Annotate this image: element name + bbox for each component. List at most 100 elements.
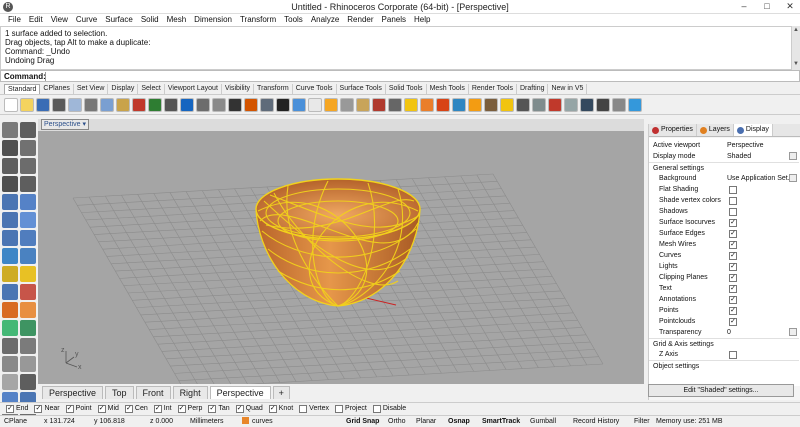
osnap-checkbox[interactable]: ✓	[208, 404, 217, 413]
rectangle-icon[interactable]	[20, 176, 36, 192]
panel-tab-display[interactable]: Display	[733, 124, 773, 136]
setting-checkbox-annotations[interactable]: ✓	[729, 296, 737, 304]
menu-curve[interactable]: Curve	[72, 14, 101, 26]
zoom-icon[interactable]	[196, 97, 210, 112]
setting-checkbox-shadows[interactable]	[729, 208, 737, 216]
osnap-checkbox[interactable]: ✓	[65, 404, 74, 413]
properties-icon[interactable]	[372, 97, 386, 112]
polyline-icon[interactable]	[2, 140, 18, 156]
setting-checkbox-surface-isocurves[interactable]: ✓	[729, 219, 737, 227]
scroll-down-icon[interactable]: ▼	[792, 61, 800, 69]
osnap-checkbox[interactable]	[299, 404, 308, 413]
group-icon[interactable]	[2, 374, 18, 390]
shaded-icon[interactable]	[532, 97, 546, 112]
menu-mesh[interactable]: Mesh	[163, 14, 191, 26]
add-viewport-tab[interactable]: +	[272, 386, 290, 399]
curve-icon[interactable]	[20, 140, 36, 156]
technical-icon[interactable]	[596, 97, 610, 112]
split-icon[interactable]	[20, 338, 36, 354]
pan-icon[interactable]	[164, 97, 178, 112]
z-axis-checkbox[interactable]	[729, 351, 737, 359]
four-view-icon[interactable]	[260, 97, 274, 112]
menu-solid[interactable]: Solid	[137, 14, 163, 26]
setting-checkbox-pointclouds[interactable]: ✓	[729, 318, 737, 326]
import-icon[interactable]	[68, 97, 82, 112]
osnap-cen[interactable]: ✓ Cen	[124, 404, 148, 413]
match-icon[interactable]	[388, 97, 402, 112]
toggle-ortho[interactable]: Ortho	[388, 416, 406, 427]
menu-panels[interactable]: Panels	[378, 14, 410, 26]
environment-icon[interactable]	[468, 97, 482, 112]
osnap-checkbox[interactable]	[372, 404, 381, 413]
toolbar-tab-solid-tools[interactable]: Solid Tools	[386, 84, 427, 94]
print-icon[interactable]	[52, 97, 66, 112]
toggle-grid-snap[interactable]: Grid Snap	[346, 416, 379, 427]
cplane-label[interactable]: CPlane	[4, 416, 27, 427]
menu-analyze[interactable]: Analyze	[307, 14, 343, 26]
toolbar-tab-surface-tools[interactable]: Surface Tools	[337, 84, 386, 94]
toolbar-tab-standard[interactable]: Standard	[4, 84, 41, 94]
osnap-tan[interactable]: ✓ Tan	[208, 404, 230, 413]
toolbar-tab-curve-tools[interactable]: Curve Tools	[293, 84, 337, 94]
command-input[interactable]	[45, 72, 795, 81]
move-icon[interactable]	[2, 284, 18, 300]
minimize-button[interactable]: –	[733, 0, 755, 13]
text-icon[interactable]	[20, 374, 36, 390]
render-icon[interactable]	[420, 97, 434, 112]
menu-edit[interactable]: Edit	[25, 14, 47, 26]
menu-tools[interactable]: Tools	[280, 14, 307, 26]
osnap-point[interactable]: ✓ Point	[65, 404, 92, 413]
xray-icon[interactable]	[580, 97, 594, 112]
toolbar-tab-select[interactable]: Select	[138, 84, 165, 94]
toolbar-tab-set-view[interactable]: Set View	[74, 84, 109, 94]
offset-icon[interactable]	[20, 212, 36, 228]
close-button[interactable]: ✕	[779, 0, 800, 13]
osnap-checkbox[interactable]: ✓	[268, 404, 277, 413]
array-icon[interactable]	[2, 320, 18, 336]
scale-icon[interactable]	[20, 302, 36, 318]
osnap-mid[interactable]: ✓ Mid	[97, 404, 119, 413]
toolbar-tab-mesh-tools[interactable]: Mesh Tools	[427, 84, 469, 94]
copy-icon[interactable]	[100, 97, 114, 112]
osnap-end[interactable]: ✓ End	[6, 404, 28, 413]
bowl-object[interactable]	[255, 178, 421, 307]
setting-checkbox-surface-edges[interactable]: ✓	[729, 230, 737, 238]
setting-checkbox-clipping-planes[interactable]: ✓	[729, 274, 737, 282]
menu-help[interactable]: Help	[410, 14, 434, 26]
render-preview-icon[interactable]	[436, 97, 450, 112]
osnap-perp[interactable]: ✓ Perp	[177, 404, 202, 413]
command-history-scrollbar[interactable]: ▲ ▼	[791, 26, 800, 70]
osnap-disable[interactable]: Disable	[372, 404, 406, 413]
toolbar-tab-drafting[interactable]: Drafting	[517, 84, 549, 94]
property-value[interactable]: Use Application Set...	[727, 173, 797, 184]
osnap-vertex[interactable]: Vertex	[299, 404, 329, 413]
mesh-icon[interactable]	[20, 266, 36, 282]
osnap-checkbox[interactable]	[335, 404, 344, 413]
save-icon[interactable]	[36, 97, 50, 112]
mirror-icon[interactable]	[20, 320, 36, 336]
select-icon[interactable]	[276, 97, 290, 112]
setting-checkbox-shade-vertex-colors[interactable]	[729, 197, 737, 205]
show-icon[interactable]	[324, 97, 338, 112]
viewport-tab-top[interactable]: Top	[105, 386, 134, 399]
setting-checkbox-mesh-wires[interactable]: ✓	[729, 241, 737, 249]
ellipse-icon[interactable]	[2, 176, 18, 192]
toolbar-tab-new-in-v5[interactable]: New in V5	[548, 84, 588, 94]
osnap-int[interactable]: ✓ Int	[153, 404, 172, 413]
osnap-checkbox[interactable]: ✓	[6, 404, 14, 413]
panel-tab-layers[interactable]: Layers	[697, 124, 734, 136]
toggle-planar[interactable]: Planar	[416, 416, 436, 427]
box-icon[interactable]	[2, 230, 18, 246]
trim-icon[interactable]	[2, 338, 18, 354]
scroll-up-icon[interactable]: ▲	[792, 27, 800, 35]
osnap-checkbox[interactable]: ✓	[124, 404, 133, 413]
setting-checkbox-curves[interactable]: ✓	[729, 252, 737, 260]
menu-file[interactable]: File	[4, 14, 25, 26]
viewport-name-dropdown[interactable]: Perspective ▾	[41, 119, 90, 130]
lock-icon[interactable]	[340, 97, 354, 112]
explode-icon[interactable]	[20, 356, 36, 372]
osnap-knot[interactable]: ✓ Knot	[268, 404, 293, 413]
current-layer[interactable]: curves	[242, 416, 273, 427]
sun-icon[interactable]	[500, 97, 514, 112]
ghosted-icon[interactable]	[564, 97, 578, 112]
